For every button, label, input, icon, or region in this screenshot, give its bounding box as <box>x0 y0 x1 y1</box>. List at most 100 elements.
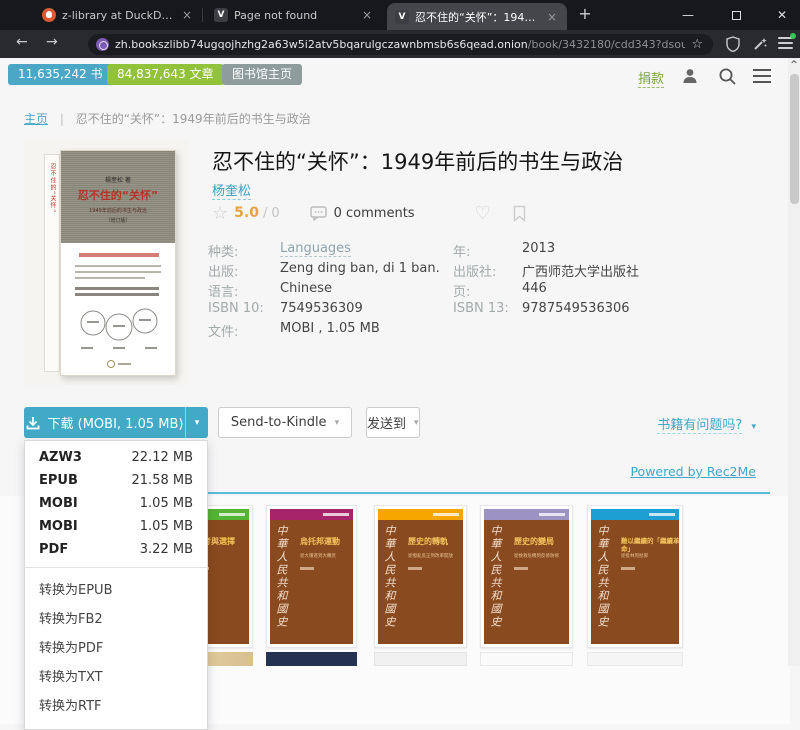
report-book-link[interactable]: 书籍有问题吗? ▾ <box>657 414 756 433</box>
cover-top-band: 楊奎松 著 忍不住的“关怀” 1949年前后的书生与政治 〔增订版〕 <box>61 151 175 243</box>
send-to-kindle-button[interactable]: Send-to-Kindle ▾ <box>218 407 352 438</box>
detail-label: 种类: <box>208 245 238 260</box>
send-to-button[interactable]: 发送到 ▾ <box>366 407 420 438</box>
tab-duckduckgo[interactable]: z-library at DuckDuckGo × <box>34 0 202 30</box>
scrollbar[interactable]: ^ <box>788 58 800 666</box>
scrollbar-thumb[interactable] <box>790 74 799 204</box>
update-notification-dot <box>790 33 796 39</box>
bookmark-star-icon[interactable]: ☆ <box>691 37 705 52</box>
series-title-vertical: 中華人民共和國史 <box>381 525 397 635</box>
related-subtitle: 從大躍進到大饑荒 <box>300 553 353 559</box>
convert-option[interactable]: 转换为RTF <box>25 690 207 719</box>
close-tab-icon[interactable]: × <box>545 10 559 24</box>
report-label: 书籍有问题吗? <box>657 418 742 434</box>
back-icon[interactable]: ← <box>16 34 28 50</box>
rating-star-icon[interactable]: ☆ <box>212 203 228 224</box>
tab-title: 忍不住的“关怀”：1949年前后的 <box>415 9 539 25</box>
comments-count[interactable]: 0 comments <box>334 206 415 221</box>
cover-red-tagline <box>79 253 159 257</box>
related-book-cover[interactable]: 中華人民共和國史 歷史的變局 從挽救危機到反修防修 <box>480 505 573 648</box>
detail-value: Chinese <box>280 281 332 296</box>
book-spine: 忍不住的“关怀” <box>44 154 60 372</box>
detail-value: 446 <box>522 281 547 296</box>
donate-link[interactable]: 捐款 <box>638 68 664 88</box>
related-book-cover[interactable]: 中華人民共和國史 烏托邦運動 從大躍進到大饑荒 <box>266 505 357 648</box>
related-subtitle: 從挽救危機到反修防修 <box>514 553 569 559</box>
author-link[interactable]: 杨奎松 <box>212 180 251 200</box>
format-option[interactable]: MOBI1.05 MB <box>25 515 207 538</box>
detail-row: 种类: <box>208 241 238 260</box>
page-content: 11,635,242 书 84,837,643 文章 图书馆主页 捐款 主页 |… <box>0 58 790 666</box>
detail-value: 广西师范大学出版社 <box>522 261 639 280</box>
detail-label: ISBN 13: <box>453 301 509 316</box>
convert-option[interactable]: 转换为TXT <box>25 661 207 690</box>
format-option[interactable]: PDF3.22 MB <box>25 538 207 561</box>
detail-label: 文件: <box>208 325 238 340</box>
browser-window: z-library at DuckDuckGo × V Page not fou… <box>0 0 800 666</box>
cleaner-wand-icon[interactable] <box>752 36 768 52</box>
close-tab-icon[interactable]: × <box>180 8 194 22</box>
send-to-kindle-label: Send-to-Kindle <box>231 415 327 430</box>
download-options-caret[interactable]: ▾ <box>185 407 208 438</box>
maximize-button[interactable] <box>716 0 756 30</box>
related-book-cover[interactable] <box>587 652 683 666</box>
scroll-up-arrow[interactable]: ^ <box>788 58 800 72</box>
convert-option[interactable]: 转换为FB2 <box>25 603 207 632</box>
comments-icon[interactable] <box>310 206 327 221</box>
close-window-button[interactable]: ✕ <box>762 0 800 30</box>
cover-text-line <box>75 271 161 273</box>
powered-by-link[interactable]: Powered by Rec2Me <box>630 464 756 479</box>
url-text[interactable]: zh.bookszlibb74ugqojhzhg2a63w5i2atv5bqar… <box>115 38 685 51</box>
related-subtitle: 從撥亂反正到改革開放 <box>408 553 463 559</box>
related-subtitle: 從批林到批鄧 <box>621 553 679 559</box>
library-home-badge[interactable]: 图书馆主页 <box>222 64 302 85</box>
detail-row: ISBN 13: <box>453 301 509 316</box>
tab-book-active[interactable]: V 忍不住的“关怀”：1949年前后的 × <box>387 3 567 30</box>
convert-option[interactable]: 转换为PDF <box>25 632 207 661</box>
cover-text-line <box>75 293 159 296</box>
articles-count-badge[interactable]: 84,837,643 文章 <box>107 64 224 85</box>
related-book-cover[interactable]: 中華人民共和國史 歷史的轉軌 從撥亂反正到改革開放 <box>374 505 467 648</box>
tab-page-not-found[interactable]: V Page not found × <box>206 0 382 30</box>
detail-value: MOBI , 1.05 MB <box>280 321 380 336</box>
detail-value: Zeng ding ban, di 1 ban. <box>280 261 440 276</box>
detail-label: 出版社: <box>453 265 496 280</box>
browser-menu-icon[interactable] <box>778 37 793 49</box>
series-title-vertical: 中華人民共和國史 <box>594 525 610 635</box>
download-icon <box>26 416 40 430</box>
format-option[interactable]: EPUB21.58 MB <box>25 469 207 492</box>
cover-portraits <box>77 303 161 345</box>
books-count-badge[interactable]: 11,635,242 书 <box>8 64 113 85</box>
download-button[interactable]: 下载 (MOBI, 1.05 MB) <box>24 407 185 438</box>
save-bookmark-icon[interactable] <box>513 205 526 222</box>
duckduckgo-favicon-icon <box>42 8 56 22</box>
search-icon[interactable] <box>718 67 737 86</box>
format-option[interactable]: MOBI1.05 MB <box>25 492 207 515</box>
rating-count: 0 <box>271 206 279 221</box>
related-title: 歷史的轉軌 <box>408 537 463 547</box>
book-cover-image[interactable]: 忍不住的“关怀” 楊奎松 著 忍不住的“关怀” 1949年前后的书生与政治 〔增… <box>24 140 188 385</box>
shield-icon[interactable] <box>726 36 740 52</box>
profile-icon[interactable] <box>680 66 700 86</box>
detail-row: 文件: <box>208 321 238 340</box>
related-book-cover[interactable] <box>374 652 467 666</box>
related-title: 難以繼續的「繼續革命」 <box>621 537 679 554</box>
favorite-heart-icon[interactable]: ♡ <box>475 203 491 224</box>
related-book-cover[interactable] <box>480 652 573 666</box>
close-tab-icon[interactable]: × <box>360 8 374 22</box>
minimize-button[interactable]: — <box>668 0 708 30</box>
detail-row: 页: <box>453 281 470 300</box>
breadcrumb-home-link[interactable]: 主页 <box>24 112 48 126</box>
onion-site-icon[interactable] <box>96 38 109 51</box>
related-book-cover[interactable] <box>266 652 357 666</box>
convert-option[interactable]: 转换为EPUB <box>25 574 207 603</box>
site-menu-icon[interactable] <box>753 65 771 87</box>
categories-link[interactable]: Languages <box>280 241 351 257</box>
detail-label: 页: <box>453 285 470 300</box>
url-bar[interactable]: zh.bookszlibb74ugqojhzhg2a63w5i2atv5bqar… <box>88 34 713 55</box>
page-title: 忍不住的“关怀”：1949年前后的书生与政治 <box>212 146 777 176</box>
forward-icon[interactable]: → <box>46 34 58 50</box>
format-option[interactable]: AZW322.12 MB <box>25 446 207 469</box>
new-tab-button[interactable]: + <box>574 4 596 23</box>
related-book-cover[interactable]: 中華人民共和國史 難以繼續的「繼續革命」 從批林到批鄧 <box>587 505 683 648</box>
